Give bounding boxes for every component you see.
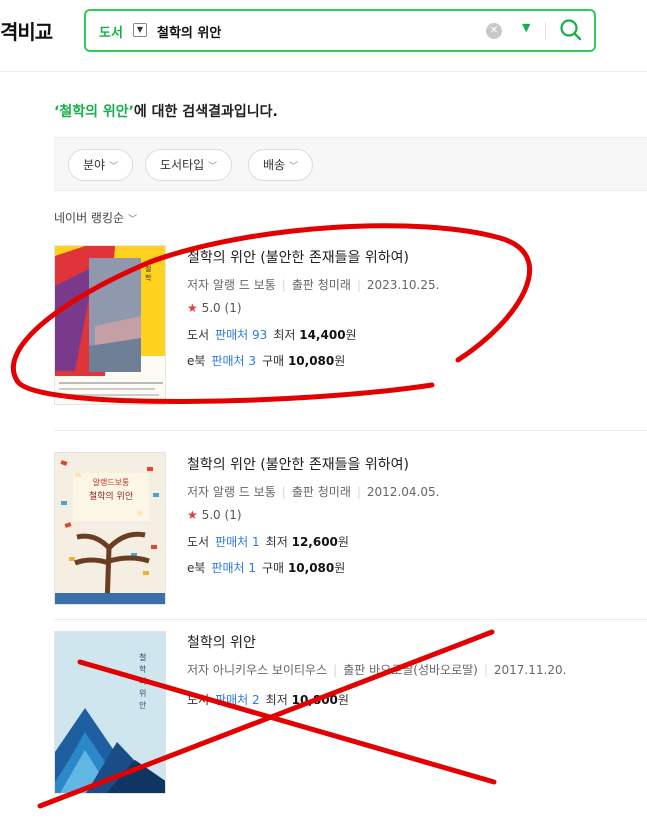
seller-link[interactable]: 판매처 2 <box>215 693 260 707</box>
search-icon[interactable] <box>558 17 584 43</box>
seller-link[interactable]: 판매처 93 <box>215 328 267 342</box>
book-rating: ★ 5.0 (1) <box>187 508 242 522</box>
svg-text:안: 안 <box>139 700 147 710</box>
chevron-down-icon: ﹀ <box>289 162 299 172</box>
seller-link[interactable]: 판매처 3 <box>211 354 256 368</box>
publish-date: 2017.11.20. <box>493 663 567 677</box>
search-divider <box>545 22 546 40</box>
book-title[interactable]: 철학의 위안 (불안한 존재들을 위하여) <box>187 247 439 267</box>
price-line: e북 판매처 1 구매 10,080원 <box>187 561 346 575</box>
search-box[interactable]: 도서 ▼ 철학의 위안 ✕ ▼ <box>84 9 596 52</box>
item-divider <box>54 430 647 431</box>
filter-chip-delivery[interactable]: 배송 ﹀ <box>248 149 314 181</box>
svg-text:학: 학 <box>145 273 152 282</box>
publish-date: 2023.10.25. <box>366 278 440 292</box>
price-line: 도서 판매처 93 최저 14,400원 <box>187 328 357 342</box>
search-input[interactable]: 철학의 위안 <box>157 22 221 41</box>
autocomplete-toggle-icon[interactable]: ▼ <box>522 21 530 34</box>
filter-chip-category[interactable]: 분야 ﹀ <box>68 149 134 181</box>
seller-link[interactable]: 판매처 1 <box>211 561 256 575</box>
svg-text:의: 의 <box>139 676 146 686</box>
book-info: 철학의 위안 (불안한 존재들을 위하여) 저자 알랭 드 보통 | 출판 청미래 |… <box>187 247 439 369</box>
svg-text:철: 철 <box>139 652 146 662</box>
chevron-down-icon: ﹀ <box>109 162 119 172</box>
price-line: 도서 판매처 1 최저 12,600원 <box>187 535 349 549</box>
book-title[interactable]: 철학의 위안 <box>187 632 566 652</box>
sort-dropdown[interactable]: 네이버 랭킹순 ﹀ <box>54 209 137 226</box>
book-meta: 저자 알랭 드 보통 | 출판 청미래 | 2023.10.25. <box>187 278 440 292</box>
book-cover-3[interactable]: 철 학 의 위 안 <box>54 631 166 794</box>
book-meta: 저자 알랭 드 보통 | 출판 청미래 | 2012.04.05. <box>187 485 440 499</box>
book-title[interactable]: 철학의 위안 (불안한 존재들을 위하여) <box>187 454 439 474</box>
scope-dropdown-icon[interactable]: ▼ <box>133 23 147 37</box>
top-bar: 격비교 도서 ▼ 철학의 위안 ✕ ▼ <box>0 0 647 72</box>
result-heading: ‘철학의 위안’에 대한 검색결과입니다. <box>54 101 278 121</box>
book-meta: 저자 아니키우스 보이티우스 | 출판 바오로딸(성바오로딸) | 2017.11.20… <box>187 663 567 677</box>
filter-chip-book-type[interactable]: 도서타입 ﹀ <box>145 149 233 181</box>
price-line: 도서 판매처 2 최저 10,800원 <box>187 693 349 707</box>
star-icon: ★ <box>187 508 198 522</box>
site-logo[interactable]: 격비교 <box>0 16 53 45</box>
item-divider <box>54 619 647 620</box>
svg-text:학: 학 <box>139 664 147 674</box>
book-rating: ★ 5.0 (1) <box>187 301 242 315</box>
result-query: ‘철학의 위안’ <box>54 104 134 120</box>
book-info: 철학의 위안 저자 아니키우스 보이티우스 | 출판 바오로딸(성바오로딸) | 201… <box>187 632 566 708</box>
book-info: 철학의 위안 (불안한 존재들을 위하여) 저자 알랭 드 보통 | 출판 청미래 |… <box>187 454 439 576</box>
publish-date: 2012.04.05. <box>366 485 440 499</box>
price-line: e북 판매처 3 구매 10,080원 <box>187 354 346 368</box>
filter-bar: 분야 ﹀ 도서타입 ﹀ 배송 ﹀ <box>54 137 647 191</box>
book-cover-2[interactable]: 알랭드보통 철학의 위안 <box>54 452 166 605</box>
book-cover-1[interactable]: 철 학 <box>54 245 166 405</box>
star-icon: ★ <box>187 301 198 315</box>
svg-text:철학의 위안: 철학의 위안 <box>89 491 133 502</box>
svg-text:알랭드보통: 알랭드보통 <box>93 477 130 487</box>
svg-text:철: 철 <box>145 264 151 273</box>
search-scope-label[interactable]: 도서 <box>99 22 123 41</box>
chevron-down-icon: ﹀ <box>128 215 138 225</box>
chevron-down-icon: ﹀ <box>208 162 218 172</box>
svg-text:위: 위 <box>139 689 146 698</box>
clear-icon[interactable]: ✕ <box>486 23 502 39</box>
seller-link[interactable]: 판매처 1 <box>215 535 260 549</box>
result-suffix: 에 대한 검색결과입니다. <box>133 104 278 120</box>
